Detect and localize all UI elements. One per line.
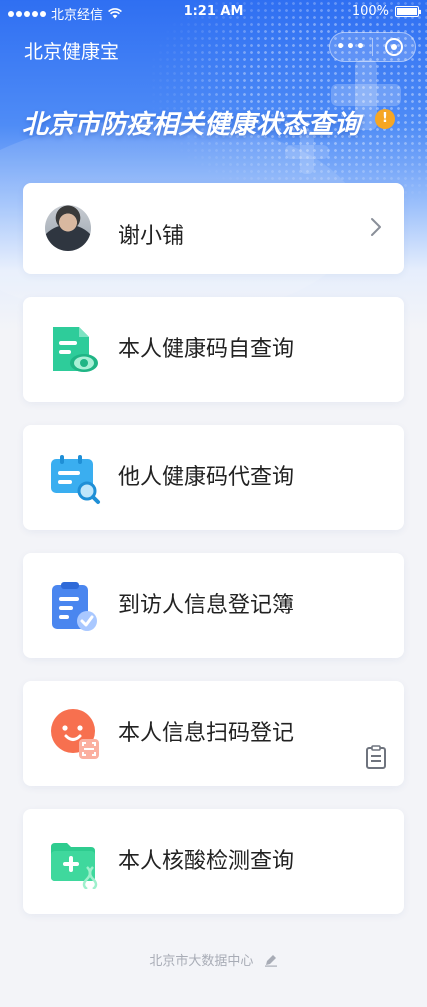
- form-list-icon[interactable]: [365, 745, 387, 769]
- menu-item-others-health-code[interactable]: 他人健康码代查询: [23, 425, 404, 530]
- alert-info-icon[interactable]: !: [375, 109, 395, 129]
- menu-item-label: 本人核酸检测查询: [118, 849, 295, 874]
- user-name: 谢小铺: [118, 224, 185, 249]
- status-right: 100%: [351, 4, 421, 19]
- mini-program-capsule: •••: [329, 32, 416, 62]
- footer-text: 北京市大数据中心: [149, 954, 254, 969]
- app-title: 北京健康宝: [24, 41, 120, 63]
- battery-icon: [395, 6, 421, 17]
- battery-percentage: 100%: [351, 4, 389, 19]
- close-circle-icon: [385, 38, 403, 56]
- chevron-right-icon: [371, 218, 381, 236]
- pen-icon: [264, 955, 277, 967]
- footer: 北京市大数据中心: [0, 950, 427, 969]
- menu-item-visitor-register[interactable]: 到访人信息登记簿: [23, 553, 404, 658]
- smile-scan-icon: [49, 709, 101, 761]
- calendar-search-icon: [49, 453, 101, 505]
- menu-item-self-health-code[interactable]: 本人健康码自查询: [23, 297, 404, 402]
- more-options-icon[interactable]: •••: [330, 39, 372, 55]
- menu-item-label: 本人信息扫码登记: [118, 721, 295, 746]
- folder-plus-dna-icon: [49, 837, 101, 891]
- medical-cross-decoration: [331, 84, 401, 106]
- menu-item-nucleic-acid-test[interactable]: 本人核酸检测查询: [23, 809, 404, 914]
- avatar: [45, 205, 91, 251]
- user-profile-card[interactable]: 谢小铺: [23, 183, 404, 274]
- medical-cross-decoration: [285, 145, 329, 159]
- menu-item-label: 他人健康码代查询: [118, 465, 295, 490]
- menu-item-scan-register[interactable]: 本人信息扫码登记: [23, 681, 404, 786]
- menu-item-label: 到访人信息登记簿: [118, 593, 295, 618]
- status-bar: 北京经信 1:21 AM 100%: [0, 0, 427, 24]
- close-mini-program-button[interactable]: [373, 38, 415, 56]
- menu-item-label: 本人健康码自查询: [118, 337, 295, 362]
- doc-eye-icon: [49, 325, 101, 377]
- clipboard-check-icon: [49, 581, 101, 633]
- page-title: 北京市防疫相关健康状态查询: [22, 110, 361, 140]
